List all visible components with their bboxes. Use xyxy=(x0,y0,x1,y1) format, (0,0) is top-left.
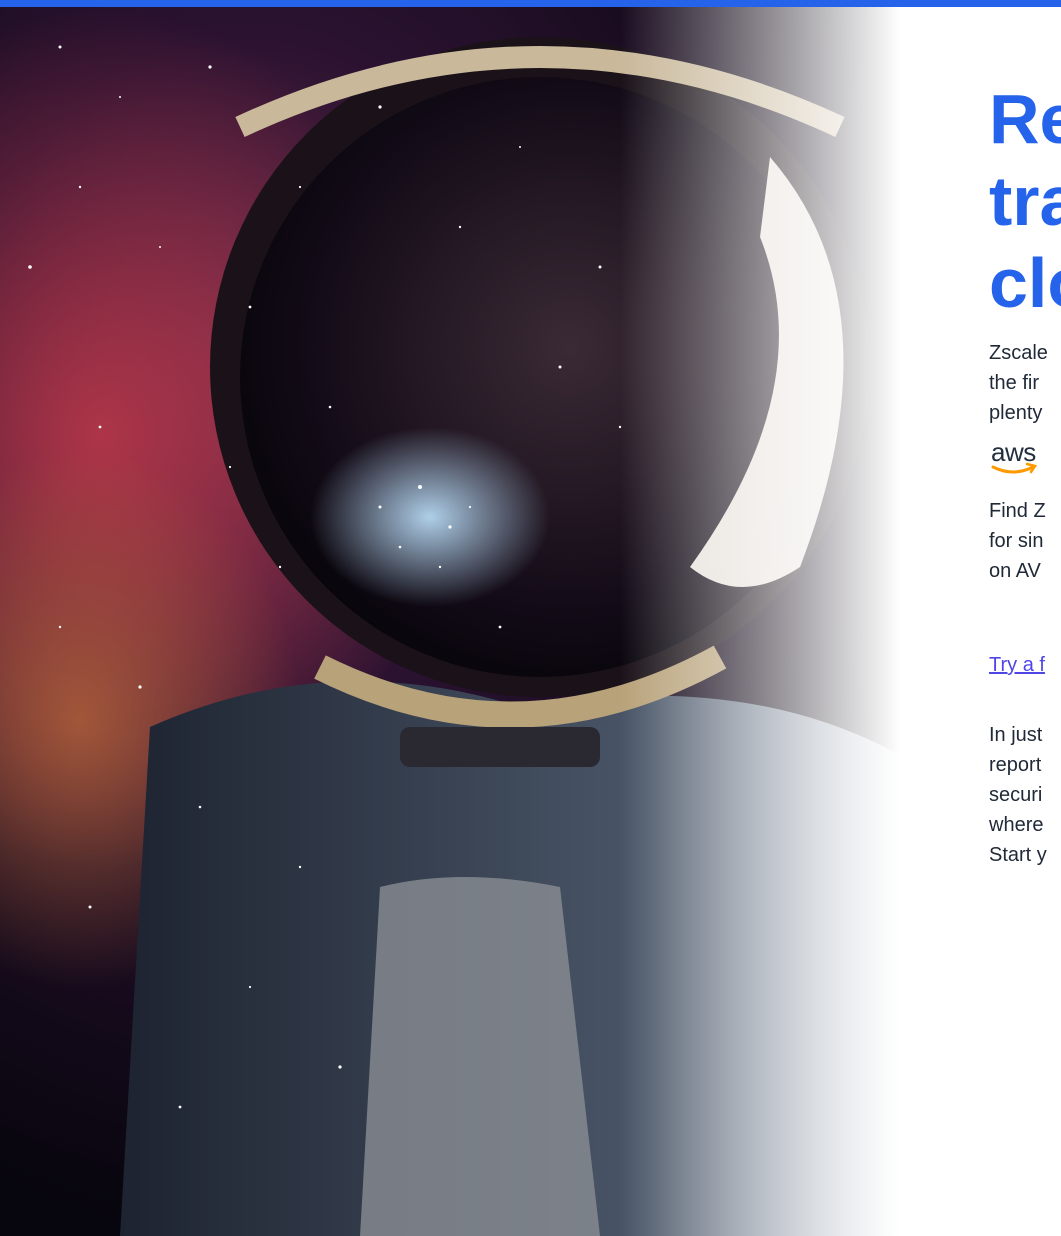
paragraph-line: Find Z xyxy=(989,500,1046,522)
trial-paragraph: In just report securi where Start y xyxy=(989,720,1047,870)
paragraph-line: plenty xyxy=(989,402,1043,424)
paragraph-line: for sin xyxy=(989,530,1044,552)
paragraph-line: In just xyxy=(989,724,1043,746)
page-headline: Re tra clo xyxy=(989,78,1061,324)
paragraph-line: where xyxy=(989,814,1044,836)
headline-line: clo xyxy=(989,244,1061,322)
aws-paragraph: Find Z for sin on AV xyxy=(989,496,1046,586)
headline-line: tra xyxy=(989,162,1061,240)
aws-smile-icon xyxy=(991,462,1038,474)
paragraph-line: Zscale xyxy=(989,342,1048,364)
aws-logo: aws xyxy=(991,437,1061,477)
headline-line: Re xyxy=(989,80,1061,158)
hero-astronaut-image xyxy=(0,7,1000,1236)
intro-paragraph: Zscale the fir plenty xyxy=(989,338,1048,428)
paragraph-line: report xyxy=(989,754,1042,776)
paragraph-line: on AV xyxy=(989,560,1041,582)
top-accent-bar xyxy=(0,0,1061,7)
content-column: Re tra clo Zscale the fir plenty aws Fin… xyxy=(989,0,1061,1236)
paragraph-line: Start y xyxy=(989,844,1047,866)
paragraph-line: securi xyxy=(989,784,1043,806)
try-free-link[interactable]: Try a f xyxy=(989,654,1045,677)
paragraph-line: the fir xyxy=(989,372,1040,394)
